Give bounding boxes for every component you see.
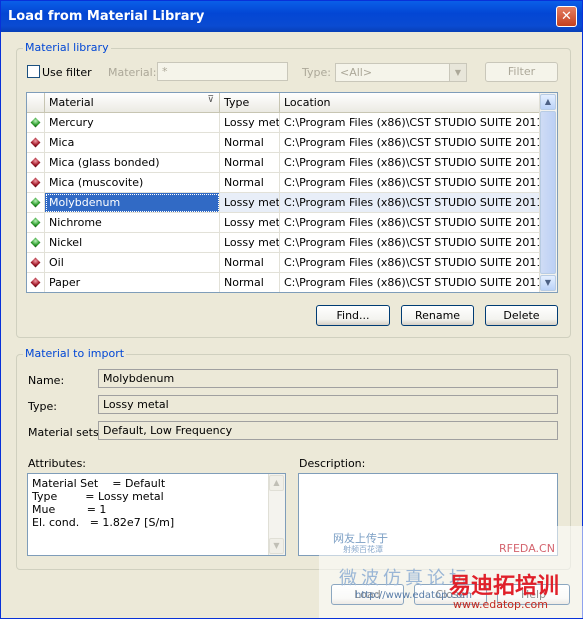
sort-icon: ⊽ bbox=[207, 95, 214, 105]
material-type-cell[interactable]: Lossy metal bbox=[220, 193, 280, 213]
type-column-header[interactable]: Type bbox=[220, 93, 280, 113]
chevron-down-icon[interactable]: ▼ bbox=[449, 64, 466, 81]
name-label: Name: bbox=[28, 374, 65, 387]
type-field: Lossy metal bbox=[98, 395, 558, 414]
green-diamond-icon bbox=[30, 237, 41, 248]
material-type-cell[interactable]: Normal bbox=[220, 153, 280, 173]
use-filter-label[interactable]: Use filter bbox=[42, 66, 92, 79]
material-sets-label: Material sets: bbox=[28, 426, 103, 439]
material-type-cell[interactable]: Normal bbox=[220, 253, 280, 273]
row-icon-cell bbox=[27, 133, 45, 153]
material-location-cell[interactable]: C:\Program Files (x86)\CST STUDIO SUITE … bbox=[280, 273, 542, 292]
scroll-down-button[interactable]: ▼ bbox=[540, 275, 556, 291]
title-bar[interactable]: Load from Material Library ✕ bbox=[1, 1, 582, 32]
material-library-legend: Material library bbox=[23, 41, 111, 54]
find-button[interactable]: Find... bbox=[316, 305, 390, 326]
row-icon-cell bbox=[27, 213, 45, 233]
material-location-cell[interactable]: C:\Program Files (x86)\CST STUDIO SUITE … bbox=[280, 133, 542, 153]
use-filter-checkbox[interactable] bbox=[27, 65, 40, 78]
description-label: Description: bbox=[299, 457, 366, 470]
attributes-scroll-up[interactable]: ▲ bbox=[269, 475, 284, 491]
material-location-cell[interactable]: C:\Program Files (x86)\CST STUDIO SUITE … bbox=[280, 113, 542, 133]
type-label: Type: bbox=[28, 400, 57, 413]
row-icon-cell bbox=[27, 153, 45, 173]
delete-button[interactable]: Delete bbox=[485, 305, 558, 326]
row-icon-cell bbox=[27, 173, 45, 193]
green-diamond-icon bbox=[30, 197, 41, 208]
attribute-line: El. cond. = 1.82e7 [S/m] bbox=[32, 516, 175, 529]
material-name-cell[interactable]: Paper bbox=[45, 273, 220, 292]
type-filter-select[interactable]: <All> ▼ bbox=[335, 63, 467, 82]
vertical-scrollbar[interactable]: ▲ ▼ bbox=[539, 93, 557, 292]
material-type-cell[interactable]: Normal bbox=[220, 273, 280, 292]
row-icon-cell bbox=[27, 233, 45, 253]
material-name-cell[interactable]: Mercury bbox=[45, 113, 220, 133]
red-diamond-icon bbox=[30, 177, 41, 188]
material-location-cell[interactable]: C:\Program Files (x86)\CST STUDIO SUITE … bbox=[280, 233, 542, 253]
red-diamond-icon bbox=[30, 277, 41, 288]
filter-button[interactable]: Filter bbox=[485, 62, 558, 82]
material-name-cell[interactable]: Molybdenum bbox=[45, 193, 220, 213]
material-location-cell[interactable]: C:\Program Files (x86)\CST STUDIO SUITE … bbox=[280, 193, 542, 213]
materials-table[interactable]: Material ⊽ Type Location Mercury Lossy me… bbox=[26, 92, 558, 293]
material-filter-label: Material: bbox=[108, 66, 157, 79]
red-diamond-icon bbox=[30, 157, 41, 168]
material-type-cell[interactable]: Lossy metal bbox=[220, 113, 280, 133]
name-field: Molybdenum bbox=[98, 369, 558, 388]
material-column-header[interactable]: Material ⊽ bbox=[45, 93, 220, 113]
close-window-button[interactable]: ✕ bbox=[556, 6, 577, 27]
row-icon-cell bbox=[27, 193, 45, 213]
green-diamond-icon bbox=[30, 117, 41, 128]
material-sets-field: Default, Low Frequency bbox=[98, 421, 558, 440]
material-filter-input[interactable]: * bbox=[157, 62, 288, 81]
attribute-line: Mue = 1 bbox=[32, 503, 107, 516]
material-name-cell[interactable]: Mica (muscovite) bbox=[45, 173, 220, 193]
material-name-cell[interactable]: Nichrome bbox=[45, 213, 220, 233]
material-to-import-legend: Material to import bbox=[23, 347, 127, 360]
attribute-line: Material Set = Default bbox=[32, 477, 166, 490]
material-location-cell[interactable]: C:\Program Files (x86)\CST STUDIO SUITE … bbox=[280, 173, 542, 193]
green-diamond-icon bbox=[30, 217, 41, 228]
row-icon-cell bbox=[27, 273, 45, 292]
material-type-cell[interactable]: Normal bbox=[220, 133, 280, 153]
close-button[interactable]: Close bbox=[414, 584, 487, 605]
scroll-thumb[interactable] bbox=[540, 111, 556, 274]
help-button[interactable]: Help bbox=[497, 584, 570, 605]
attributes-content: Material Set = Default Type = Lossy metal… bbox=[32, 477, 174, 529]
attributes-scrollbar[interactable]: ▲ ▼ bbox=[268, 474, 285, 555]
row-icon-cell bbox=[27, 253, 45, 273]
icon-column-header bbox=[27, 93, 45, 113]
scroll-up-button[interactable]: ▲ bbox=[540, 94, 556, 110]
load-button[interactable]: Load bbox=[331, 584, 404, 605]
material-name-cell[interactable]: Mica (glass bonded) bbox=[45, 153, 220, 173]
material-name-cell[interactable]: Mica bbox=[45, 133, 220, 153]
location-column-header[interactable]: Location bbox=[280, 93, 542, 113]
red-diamond-icon bbox=[30, 137, 41, 148]
type-filter-label: Type: bbox=[302, 66, 331, 79]
row-icon-cell bbox=[27, 113, 45, 133]
material-type-cell[interactable]: Lossy metal bbox=[220, 233, 280, 253]
rename-button[interactable]: Rename bbox=[401, 305, 474, 326]
material-type-cell[interactable]: Normal bbox=[220, 173, 280, 193]
attributes-label: Attributes: bbox=[28, 457, 87, 470]
material-type-cell[interactable]: Lossy metal bbox=[220, 213, 280, 233]
type-filter-value: <All> bbox=[340, 66, 373, 79]
attribute-line: Type = Lossy metal bbox=[32, 490, 164, 503]
attributes-textarea[interactable]: Material Set = Default Type = Lossy metal… bbox=[27, 473, 286, 556]
description-textarea[interactable] bbox=[298, 473, 558, 556]
material-location-cell[interactable]: C:\Program Files (x86)\CST STUDIO SUITE … bbox=[280, 213, 542, 233]
window-title: Load from Material Library bbox=[8, 9, 205, 24]
red-diamond-icon bbox=[30, 257, 41, 268]
material-name-cell[interactable]: Nickel bbox=[45, 233, 220, 253]
material-name-cell[interactable]: Oil bbox=[45, 253, 220, 273]
material-column-label: Material bbox=[49, 96, 94, 109]
material-location-cell[interactable]: C:\Program Files (x86)\CST STUDIO SUITE … bbox=[280, 153, 542, 173]
dialog-window: Load from Material Library ✕ Material li… bbox=[0, 0, 583, 619]
attributes-scroll-down[interactable]: ▼ bbox=[269, 538, 284, 554]
material-location-cell[interactable]: C:\Program Files (x86)\CST STUDIO SUITE … bbox=[280, 253, 542, 273]
